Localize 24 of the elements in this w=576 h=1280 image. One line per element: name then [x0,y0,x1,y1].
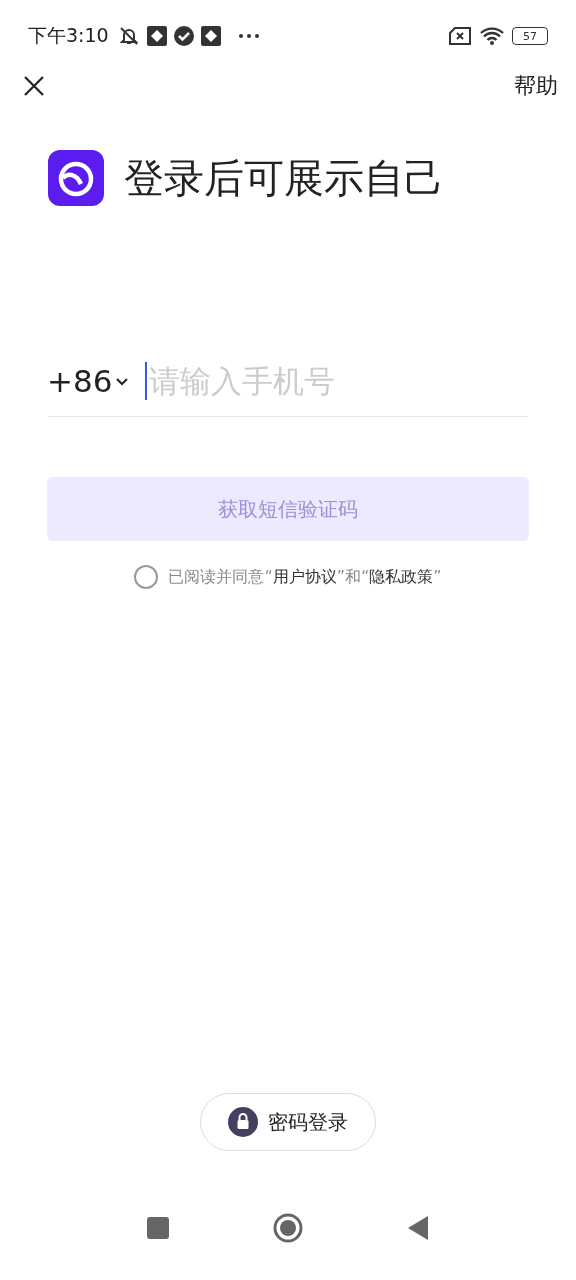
page-title: 登录后可展示自己 [124,153,444,203]
country-code-selector[interactable]: +86 [47,363,130,399]
more-icon [237,33,260,39]
home-icon[interactable] [273,1212,303,1243]
agreement-checkbox[interactable] [134,565,159,589]
help-link[interactable]: 帮助 [514,71,558,101]
app-logo-icon [48,150,104,206]
close-icon[interactable] [23,75,45,97]
no-sim-icon [448,27,472,45]
password-login-button[interactable]: 密码登录 [200,1093,376,1151]
wifi-icon [479,26,505,46]
agreement-text: 已阅读并同意“用户协议”和“隐私政策” [168,566,442,588]
check-circle-icon [173,26,194,46]
policy-link[interactable]: 隐私政策 [369,566,434,586]
notification-icon [146,26,167,46]
chevron-down-icon [115,376,130,386]
mute-icon [117,26,140,46]
lock-icon [228,1107,258,1137]
back-icon[interactable] [407,1214,429,1241]
battery-icon: 57 [512,27,548,45]
policy-link[interactable]: 用户协议 [272,566,337,586]
notification-icon [200,26,221,46]
recents-icon[interactable] [147,1216,169,1239]
status-time: 下午3:10 [28,23,109,48]
